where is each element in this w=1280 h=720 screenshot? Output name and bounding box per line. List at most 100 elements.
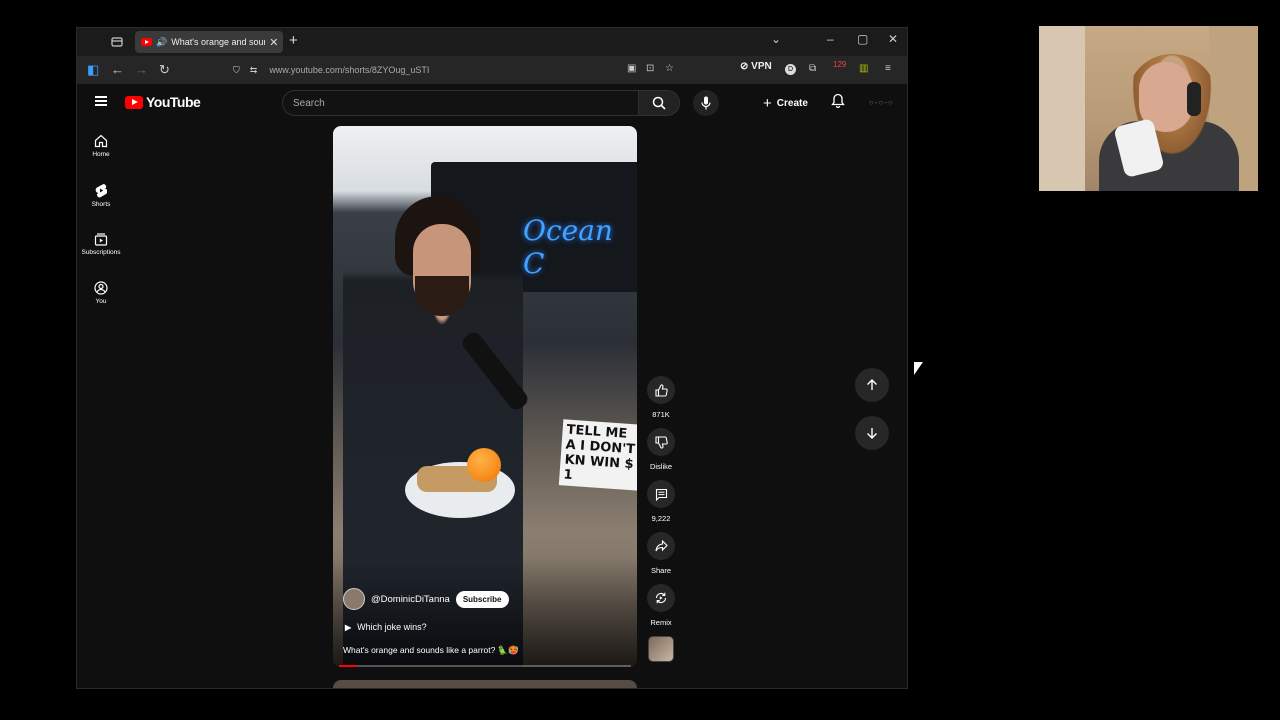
comment-icon <box>655 488 667 501</box>
tab-title: What's orange and sounds <box>171 37 265 47</box>
video-orange <box>467 448 501 482</box>
vpn-label: VPN <box>751 61 772 72</box>
comment-count: 9,222 <box>651 514 671 523</box>
like-count: 871K <box>652 410 670 419</box>
create-button[interactable]: + Create <box>755 90 816 116</box>
youtube-favicon-icon <box>141 38 152 46</box>
search-icon <box>652 96 666 110</box>
navigation-bar: ◧ ← → ↻ ⛉ ⇆ www.youtube.com/shorts/8ZYOu… <box>77 56 907 84</box>
sidebar-item-label: Subscriptions <box>81 249 121 256</box>
subscribe-button[interactable]: Subscribe <box>455 590 509 608</box>
tab-list-icon[interactable] <box>103 28 131 56</box>
back-button[interactable]: ← <box>111 62 124 77</box>
extensions-puzzle-icon[interactable]: ⧉ <box>809 63 816 74</box>
remix-button[interactable] <box>647 584 675 612</box>
youtube-play-icon <box>125 95 143 109</box>
like-button[interactable] <box>647 376 675 404</box>
share-arrow-icon <box>654 540 668 552</box>
active-tab[interactable]: 🔊 What's orange and sounds ✕ <box>135 31 283 53</box>
vpn-button[interactable]: ⊘ VPN <box>740 61 772 72</box>
browser-window: 🔊 What's orange and sounds ✕ + ⌄ – ▢ ✕ ◧… <box>76 27 908 689</box>
address-bar[interactable]: ⛉ ⇆ www.youtube.com/shorts/8ZYOug_uSTI <box>227 59 687 81</box>
channel-name[interactable]: @DominicDiTanna <box>371 594 450 605</box>
dislike-action[interactable]: Dislike <box>643 428 679 471</box>
maximize-button[interactable]: ▢ <box>857 32 868 46</box>
sound-thumbnail[interactable] <box>648 636 674 662</box>
shorts-icon <box>95 184 107 198</box>
picture-in-picture-icon[interactable]: ▣ <box>627 63 636 74</box>
sidebar-item-label: You <box>95 298 107 305</box>
you-icon <box>94 281 108 295</box>
playlist-title: Which joke wins? <box>357 622 427 632</box>
webcam-door <box>1039 26 1085 191</box>
share-button[interactable] <box>647 532 675 560</box>
webcam-headphones <box>1187 82 1201 116</box>
video-held-sign: TELL ME A I DON'T KN WIN $ 1 <box>558 419 637 491</box>
arrow-down-icon <box>867 428 877 439</box>
bookmark-star-icon[interactable]: ☆ <box>665 63 674 74</box>
tab-bar: 🔊 What's orange and sounds ✕ + ⌄ – ▢ ✕ <box>77 28 907 56</box>
next-short-button[interactable] <box>855 416 889 450</box>
extension-bars-icon[interactable]: ▥ <box>859 63 868 74</box>
close-tab-icon[interactable]: ✕ <box>269 36 278 49</box>
sidebar-item-home[interactable]: Home <box>77 134 125 158</box>
remix-label: Remix <box>650 618 672 627</box>
extension-badge[interactable]: 129 <box>833 60 846 69</box>
next-short-preview[interactable] <box>333 680 637 688</box>
share-action[interactable]: Share <box>643 532 679 575</box>
channel-row: @DominicDiTanna Subscribe <box>343 588 509 610</box>
like-action[interactable]: 871K <box>643 376 679 419</box>
site-settings-icon[interactable]: ⇆ <box>250 65 258 76</box>
dislike-label: Dislike <box>649 462 673 471</box>
speaker-icon[interactable]: 🔊 <box>156 37 167 48</box>
subscriptions-icon <box>94 233 108 246</box>
save-page-icon[interactable]: ⊡ <box>646 63 654 74</box>
thumbs-up-icon <box>654 383 668 397</box>
share-label: Share <box>650 566 671 575</box>
play-icon: ▶ <box>345 622 352 632</box>
short-video-player[interactable]: Ocean C TELL ME A I DON'T KN WIN $ 1 @Do… <box>333 126 637 667</box>
create-label: Create <box>776 97 808 109</box>
reload-button[interactable]: ↻ <box>159 62 170 78</box>
sidebar-toggle-icon[interactable]: ◧ <box>87 62 99 78</box>
new-tab-button[interactable]: + <box>289 32 298 49</box>
menu-icon[interactable]: ≡ <box>885 63 891 74</box>
sidebar-item-shorts[interactable]: Shorts <box>77 183 125 208</box>
comments-button[interactable] <box>647 480 675 508</box>
close-window-button[interactable]: ✕ <box>888 32 898 46</box>
tab-search-chevron-icon[interactable]: ⌄ <box>771 32 781 46</box>
dislike-button[interactable] <box>647 428 675 456</box>
video-caption[interactable]: What's orange and sounds like a parrot? … <box>343 645 519 656</box>
search-box[interactable] <box>282 90 639 116</box>
thumbs-down-icon <box>654 435 668 449</box>
arrow-up-icon <box>867 379 877 390</box>
video-neon-sign: Ocean C <box>523 214 613 280</box>
forward-button[interactable]: → <box>135 62 148 77</box>
video-progress-bar[interactable] <box>339 665 631 667</box>
microphone-icon <box>701 96 711 110</box>
comments-action[interactable]: 9,222 <box>643 480 679 523</box>
search-button[interactable] <box>638 90 680 116</box>
shield-icon[interactable]: ⛉ <box>233 65 240 76</box>
remix-action[interactable]: Remix <box>643 584 679 627</box>
sidebar-item-label: Home <box>92 151 110 158</box>
minimize-button[interactable]: – <box>827 32 834 46</box>
account-loading-indicator[interactable]: ○-○-○ <box>869 98 894 107</box>
youtube-logo[interactable]: YouTube <box>125 94 201 110</box>
previous-short-button[interactable] <box>855 368 889 402</box>
sidebar-item-you[interactable]: You <box>77 281 125 305</box>
sidebar-item-subscriptions[interactable]: Subscriptions <box>77 232 125 256</box>
search-input[interactable] <box>293 97 638 109</box>
playlist-link[interactable]: ▶ Which joke wins? <box>345 622 427 632</box>
mouse-cursor-icon <box>914 362 923 375</box>
channel-avatar[interactable] <box>343 588 365 610</box>
notifications-bell-icon[interactable] <box>831 93 845 113</box>
youtube-page: YouTube + Create ○-○-○ Home Shorts <box>77 84 907 688</box>
sidebar-item-label: Shorts <box>91 201 111 208</box>
logo-text: YouTube <box>146 94 201 110</box>
voice-search-button[interactable] <box>693 90 719 116</box>
url-text[interactable]: www.youtube.com/shorts/8ZYOug_uSTI <box>269 65 429 75</box>
plus-icon: + <box>763 94 772 112</box>
extension-d-icon[interactable]: D <box>785 64 796 75</box>
guide-menu-icon[interactable] <box>95 96 107 106</box>
